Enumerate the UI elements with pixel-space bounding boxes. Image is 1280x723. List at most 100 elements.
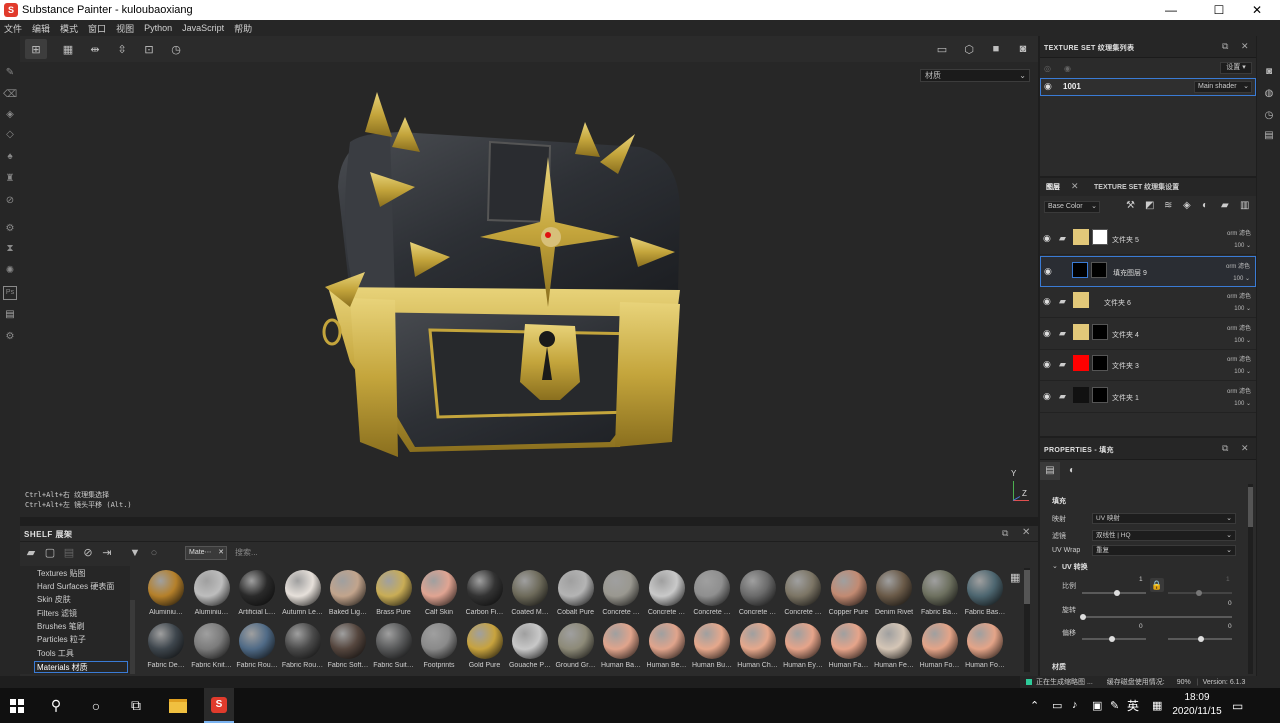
shelf-scrollbar[interactable] bbox=[1024, 568, 1030, 672]
fit-view-icon[interactable]: ⊡ bbox=[138, 39, 160, 59]
add-folder-icon[interactable]: ▰ bbox=[1221, 200, 1229, 211]
material-thumbnail[interactable]: Fabric Rou… bbox=[235, 621, 279, 673]
blend-mode[interactable]: orm 滤色 bbox=[1227, 323, 1251, 332]
material-thumbnail[interactable]: Fabric Suit… bbox=[372, 621, 416, 673]
layer-row[interactable]: ◉ 填充图层 9 orm 滤色 100 ⌄ bbox=[1040, 255, 1256, 287]
settings-gear-icon[interactable]: ⚙ bbox=[3, 222, 17, 236]
material-thumbnail[interactable]: Fabric De… bbox=[144, 621, 188, 673]
refresh-circle-icon[interactable]: ○ bbox=[146, 546, 162, 560]
photoshop-export-icon[interactable]: Ps bbox=[3, 286, 17, 300]
layer-opacity[interactable]: 100 ⌄ bbox=[1234, 242, 1251, 249]
layer-thumbnail[interactable] bbox=[1073, 355, 1089, 371]
scale-slider-2-handle[interactable] bbox=[1196, 590, 1202, 596]
material-thumbnail[interactable]: Coated M… bbox=[508, 568, 552, 620]
close-icon[interactable]: ✕ bbox=[1071, 181, 1079, 192]
layer-name[interactable]: 文件夹 3 bbox=[1112, 361, 1139, 371]
menu-view[interactable]: 视图 bbox=[116, 22, 134, 35]
category-textures[interactable]: Textures 贴图 bbox=[37, 568, 85, 580]
eye-icon[interactable]: ◉ bbox=[1043, 391, 1051, 402]
menu-window[interactable]: 窗口 bbox=[88, 22, 106, 35]
layer-name[interactable]: 文件夹 6 bbox=[1104, 298, 1131, 308]
file-explorer-icon[interactable] bbox=[164, 688, 192, 723]
plugin-gear-icon[interactable]: ⚙ bbox=[3, 330, 17, 344]
clone-stamp-icon[interactable]: ♜ bbox=[3, 172, 17, 186]
eye-icon[interactable]: ◉ bbox=[1043, 328, 1051, 339]
ime-icon[interactable]: ▦ bbox=[1152, 699, 1162, 712]
collapse-chevron-icon[interactable]: ⌄ bbox=[1052, 562, 1058, 570]
folder-icon[interactable]: ▰ bbox=[23, 546, 39, 560]
blend-mode[interactable]: orm 滤色 bbox=[1227, 228, 1251, 237]
blend-mode[interactable]: orm 滤色 bbox=[1227, 354, 1251, 363]
close-icon[interactable]: ✕ bbox=[1241, 41, 1249, 52]
close-icon[interactable]: ✕ bbox=[1241, 443, 1249, 454]
material-thumbnail[interactable]: Human Ba… bbox=[599, 621, 643, 673]
material-thumbnail[interactable]: Footprints bbox=[417, 621, 461, 673]
grid-options-icon[interactable]: ▦ bbox=[57, 39, 79, 59]
history-clock-icon[interactable]: ◷ bbox=[1262, 110, 1276, 124]
notifications-icon[interactable]: ▭ bbox=[1232, 699, 1243, 713]
pen-icon[interactable]: ✎ bbox=[1110, 699, 1119, 712]
properties-scrollbar[interactable] bbox=[1248, 484, 1253, 674]
material-thumbnail[interactable]: Cobalt Pure bbox=[554, 568, 598, 620]
layer-opacity[interactable]: 100 ⌄ bbox=[1233, 275, 1250, 282]
material-thumbnail[interactable]: Concrete … bbox=[599, 568, 643, 620]
layer-name[interactable]: 填充图层 9 bbox=[1113, 268, 1147, 278]
menu-edit[interactable]: 编辑 bbox=[32, 22, 50, 35]
effects-icon[interactable]: ✺ bbox=[3, 264, 17, 278]
input-language-indicator[interactable]: 英 bbox=[1127, 697, 1139, 714]
add-mask-icon[interactable]: ◩ bbox=[1145, 200, 1154, 211]
log-list-icon[interactable]: ▤ bbox=[1262, 130, 1276, 144]
layer-mask-thumbnail[interactable] bbox=[1092, 323, 1108, 340]
delete-layer-icon[interactable]: ▥ bbox=[1240, 200, 1249, 211]
display-3d-icon[interactable]: ⬡ bbox=[958, 39, 980, 59]
material-thumbnail[interactable]: Denim Rivet bbox=[872, 568, 916, 620]
material-thumbnail[interactable]: Brass Pure bbox=[372, 568, 416, 620]
section-uv-transform[interactable]: UV 转换 bbox=[1062, 562, 1088, 572]
color-picker-icon[interactable]: ⊘ bbox=[3, 194, 17, 208]
menu-help[interactable]: 帮助 bbox=[234, 22, 252, 35]
symmetry-x-icon[interactable]: ⇹ bbox=[84, 39, 106, 59]
material-thumbnail[interactable]: Ground Gr… bbox=[554, 621, 598, 673]
material-thumbnail[interactable]: Gold Pure bbox=[463, 621, 507, 673]
import-icon[interactable]: ⇥ bbox=[99, 546, 115, 560]
new-resource-icon[interactable]: ▢ bbox=[42, 546, 58, 560]
save-resource-icon[interactable]: ▤ bbox=[61, 546, 77, 560]
category-brushes[interactable]: Brushes 笔刷 bbox=[37, 621, 85, 633]
menu-mode[interactable]: 模式 bbox=[60, 22, 78, 35]
uvwrap-dropdown[interactable]: 重复 ⌄ bbox=[1092, 545, 1236, 556]
material-thumbnail[interactable]: Human Fe… bbox=[872, 621, 916, 673]
windows-start-icon[interactable] bbox=[6, 688, 28, 723]
show-hidden-icons-icon[interactable]: ⌃ bbox=[1030, 699, 1039, 712]
grid-snap-icon[interactable]: ⊞ bbox=[25, 39, 47, 59]
material-thumbnail[interactable]: Aluminiu… bbox=[144, 568, 188, 620]
category-filters[interactable]: Filters 滤镜 bbox=[37, 608, 77, 620]
material-thumbnail[interactable]: Gouache P… bbox=[508, 621, 552, 673]
material-thumbnail[interactable]: Copper Pure bbox=[827, 568, 871, 620]
wand-icon[interactable]: ⚒ bbox=[1126, 200, 1135, 211]
blend-mode[interactable]: orm 滤色 bbox=[1226, 261, 1250, 270]
layer-row[interactable]: ◉ ▰ 文件夹 4 orm 滤色 100 ⌄ bbox=[1040, 318, 1256, 350]
offset-slider-2-handle[interactable] bbox=[1198, 636, 1204, 642]
layer-thumbnail[interactable] bbox=[1072, 261, 1088, 278]
layer-opacity[interactable]: 100 ⌄ bbox=[1234, 305, 1251, 312]
material-thumbnail[interactable]: Fabric Knit… bbox=[190, 621, 234, 673]
cortana-circle-icon[interactable]: ○ bbox=[84, 688, 108, 723]
screenshot-camera-icon[interactable]: ◙ bbox=[1012, 39, 1034, 59]
material-thumbnail[interactable]: Artificial L… bbox=[235, 568, 279, 620]
shelf-search-input[interactable]: 搜索... bbox=[235, 546, 1025, 560]
blend-mode[interactable]: orm 滤色 bbox=[1227, 386, 1251, 395]
layer-opacity[interactable]: 100 ⌄ bbox=[1234, 400, 1251, 407]
save-icon[interactable]: ▤ bbox=[3, 308, 17, 322]
task-view-icon[interactable]: ⧉ bbox=[124, 688, 148, 723]
material-thumbnail[interactable]: Calf Skin bbox=[417, 568, 461, 620]
material-thumbnail[interactable]: Human Be… bbox=[645, 621, 689, 673]
tab-layers[interactable]: 图层 bbox=[1046, 182, 1060, 192]
menu-javascript[interactable]: JavaScript bbox=[182, 23, 224, 33]
tab-texture-set-settings[interactable]: TEXTURE SET 纹理集设置 bbox=[1094, 182, 1179, 192]
system-clock[interactable]: 18:09 2020/11/15 bbox=[1172, 691, 1222, 719]
material-thumbnail[interactable]: Fabric Soft… bbox=[326, 621, 370, 673]
environment-sphere-icon[interactable]: ◍ bbox=[1262, 88, 1276, 102]
network-icon[interactable]: ▭ bbox=[1052, 699, 1062, 712]
hide-icon[interactable]: ⊘ bbox=[80, 546, 96, 560]
volume-icon[interactable]: ♪ bbox=[1072, 699, 1078, 711]
